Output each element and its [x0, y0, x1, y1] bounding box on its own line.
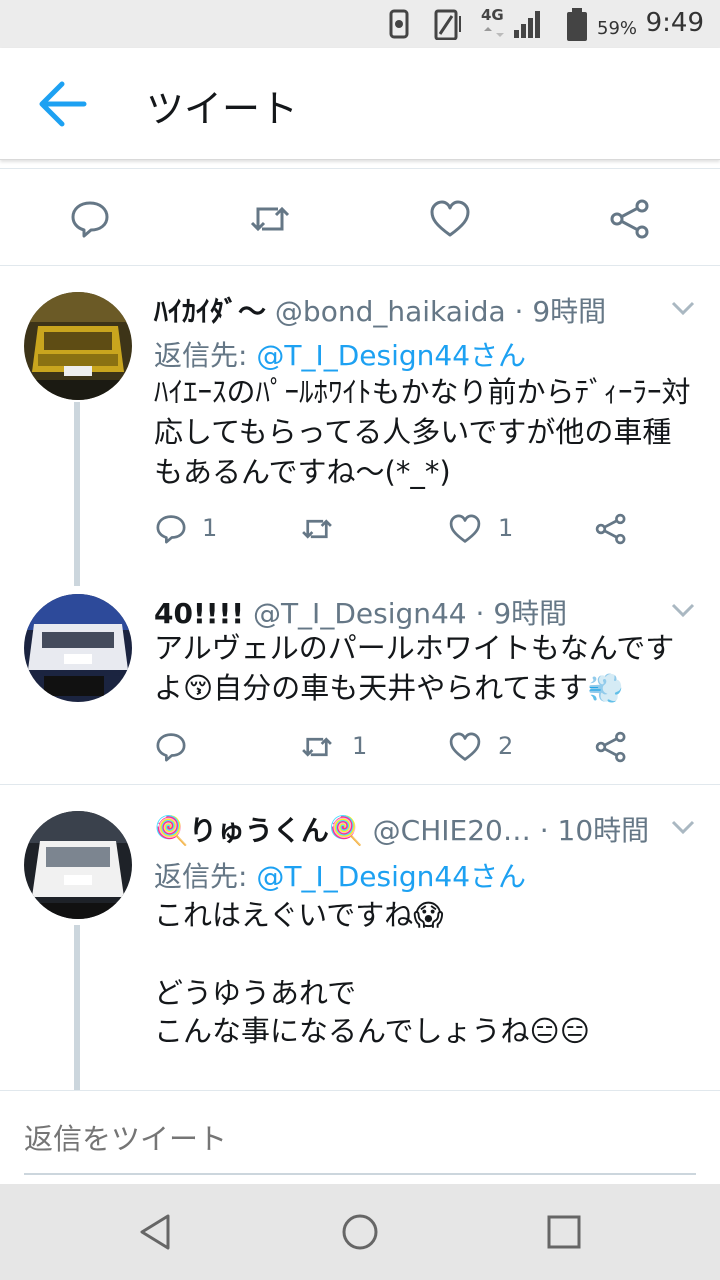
signal-icon — [514, 11, 540, 38]
reply-to-label: 返信先: — [154, 339, 257, 372]
battery-percent: 59% — [597, 18, 638, 39]
share-icon[interactable] — [608, 197, 652, 241]
reply-underline — [24, 1173, 696, 1175]
avatar[interactable] — [24, 292, 132, 400]
like-count: 2 — [498, 732, 514, 760]
timestamp: · 10時間 — [539, 814, 650, 847]
tweet-header: 40!!!! @T_I_Design44 · 9時間 — [154, 592, 567, 632]
retweet-icon — [302, 519, 332, 539]
timestamp: · 9時間 — [475, 597, 568, 630]
reply-icon[interactable] — [68, 197, 112, 241]
retweet-icon — [302, 737, 332, 757]
tweet-actions: 1 1 — [154, 508, 674, 548]
retweet-icon[interactable] — [248, 197, 292, 241]
chevron-down-icon[interactable] — [670, 300, 696, 316]
handle[interactable]: @T_I_Design44 — [253, 597, 467, 630]
tweet-header: 🍭りゅうくん🍭 @CHIE20… · 10時間 — [154, 809, 649, 849]
thread-line — [74, 402, 80, 586]
share-icon — [595, 731, 626, 763]
data-arrows-icon — [484, 27, 504, 37]
tweet-text: アルヴェルのパールホワイトもなんですよ😚自分の車も天井やられてます💨 — [154, 631, 675, 705]
main-tweet-actions — [0, 168, 720, 266]
tweet-text: ﾊｲｴｰｽのﾊﾟｰﾙﾎﾜｲﾄもかなり前からﾃﾞｨｰﾗｰ対応してもらってる人多いで… — [154, 375, 691, 489]
like-icon[interactable] — [428, 197, 472, 241]
like-icon — [449, 514, 481, 543]
timestamp: · 9時間 — [514, 295, 607, 328]
nav-back-icon[interactable] — [136, 1212, 176, 1252]
nav-home-icon[interactable] — [340, 1212, 380, 1252]
retweet-count: 1 — [352, 732, 368, 760]
reply-icon — [156, 515, 186, 544]
vibrate-icon — [434, 9, 461, 40]
tweet-reply-2[interactable]: 40!!!! @T_I_Design44 · 9時間 アルヴェルのパールホワイト… — [0, 586, 720, 784]
tweet-header: ﾊｲｶｲﾀﾞ〜 @bond_haikaida · 9時間 — [154, 290, 606, 330]
thread-line — [74, 925, 80, 1090]
avatar-car-image — [24, 292, 132, 400]
reply-to-mention[interactable]: @T_I_Design44さん — [256, 860, 526, 893]
app-bar: ツイート — [0, 48, 720, 160]
nav-recents-icon[interactable] — [544, 1212, 584, 1252]
reply-to-line: 返信先: @T_I_Design44さん — [154, 855, 526, 895]
share-icon — [595, 513, 626, 545]
tweet-actions: 1 2 — [154, 726, 674, 766]
back-arrow-icon — [39, 81, 87, 127]
like-icon — [449, 732, 481, 761]
reply-to-label: 返信先: — [154, 860, 257, 893]
avatar-car-image — [24, 811, 132, 919]
avatar[interactable] — [24, 811, 132, 919]
reply-icon — [156, 733, 186, 762]
status-bar: 4G 59% 9:49 — [0, 0, 720, 48]
clock: 9:49 — [645, 8, 704, 38]
system-nav-bar — [0, 1184, 720, 1280]
reply-input[interactable] — [24, 1117, 694, 1161]
avatar[interactable] — [24, 594, 132, 702]
back-button[interactable] — [36, 78, 92, 130]
avatar-car-image — [24, 594, 132, 702]
alarm-icon — [389, 9, 409, 39]
battery-icon — [567, 8, 587, 41]
display-name[interactable]: ﾊｲｶｲﾀﾞ〜 — [154, 295, 266, 328]
reply-to-line: 返信先: @T_I_Design44さん — [154, 334, 526, 374]
reply-to-mention[interactable]: @T_I_Design44さん — [256, 339, 526, 372]
reply-count: 1 — [202, 514, 218, 542]
display-name[interactable]: 40!!!! — [154, 597, 244, 630]
chevron-down-icon[interactable] — [670, 602, 696, 618]
handle[interactable]: @bond_haikaida — [275, 295, 506, 328]
chevron-down-icon[interactable] — [670, 819, 696, 835]
reply-composer — [0, 1090, 720, 1184]
tweet-reply-3[interactable]: 🍭りゅうくん🍭 @CHIE20… · 10時間 返信先: @T_I_Design… — [0, 785, 720, 1090]
network-type: 4G — [481, 6, 504, 24]
tweet-reply-1[interactable]: ﾊｲｶｲﾀﾞ〜 @bond_haikaida · 9時間 返信先: @T_I_D… — [0, 266, 720, 586]
display-name[interactable]: 🍭りゅうくん🍭 — [154, 814, 364, 847]
page-title: ツイート — [146, 87, 299, 131]
like-count: 1 — [498, 514, 514, 542]
tweet-text-line-1: これはえぐいですね😱 — [154, 898, 444, 932]
tweet-text-line-2: どうゆうあれで — [154, 976, 357, 1010]
tweet-text-line-3: こんな事になるんでしょうね😑😑 — [154, 1014, 591, 1048]
handle[interactable]: @CHIE20… — [373, 814, 531, 847]
